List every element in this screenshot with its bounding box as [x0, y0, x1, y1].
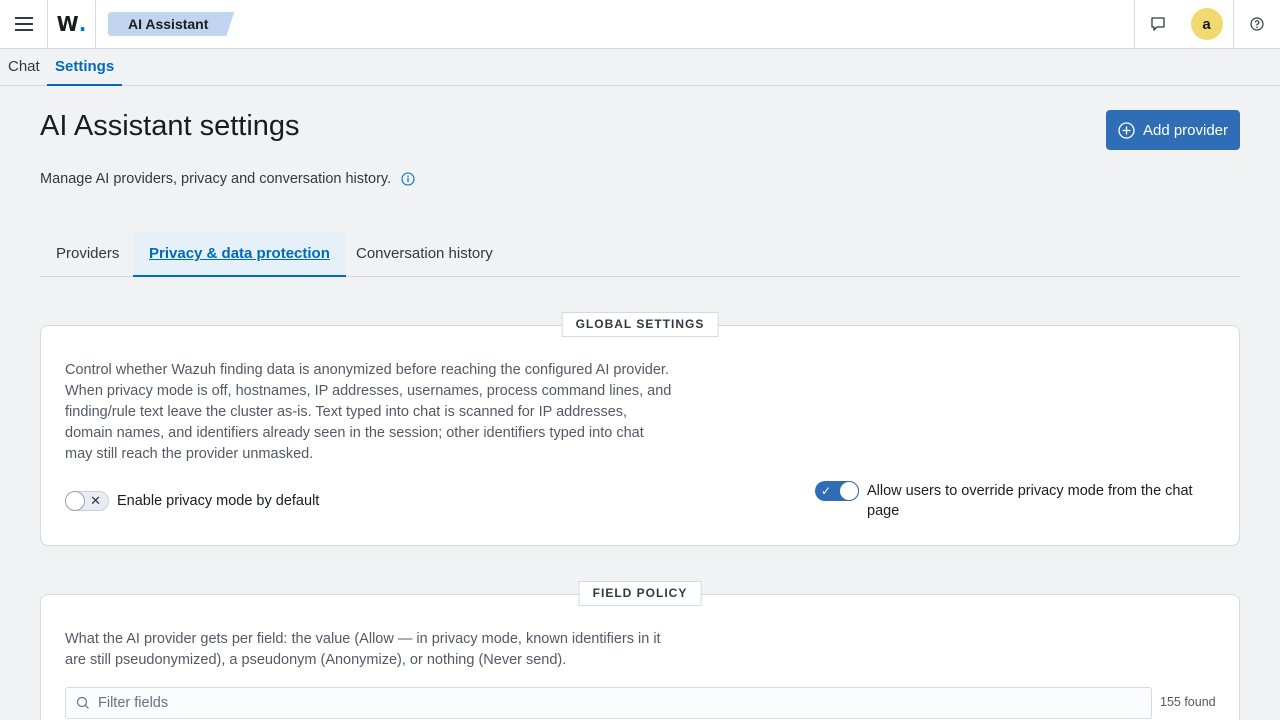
add-provider-button[interactable]: Add provider — [1106, 110, 1240, 150]
tab-settings[interactable]: Settings — [47, 49, 123, 86]
avatar: a — [1190, 8, 1223, 40]
user-menu-button[interactable]: a — [1180, 0, 1234, 48]
plus-circle-icon — [1118, 121, 1135, 139]
fields-found-count: 155 found — [1160, 695, 1216, 709]
field-policy-panel: What the AI provider gets per field: the… — [40, 594, 1240, 720]
tab-conversation-history[interactable]: Conversation history — [340, 232, 509, 277]
toggle-knob — [839, 481, 859, 501]
info-icon[interactable] — [401, 172, 415, 186]
filter-fields-box — [65, 687, 1152, 719]
menu-button[interactable] — [0, 0, 48, 48]
tab-chat[interactable]: Chat — [8, 49, 40, 86]
global-settings-description: Control whether Wazuh finding data is an… — [65, 362, 672, 462]
breadcrumb[interactable]: AI Assistant — [108, 12, 234, 36]
field-policy-legend: FIELD POLICY — [578, 581, 702, 606]
page-description: Manage AI providers, privacy and convers… — [40, 171, 415, 187]
toggle-knob — [65, 491, 85, 511]
field-policy-description: What the AI provider gets per field: the… — [65, 631, 661, 668]
page-description-text: Manage AI providers, privacy and convers… — [40, 171, 392, 187]
page-title: AI Assistant settings — [40, 110, 300, 142]
filter-fields-input[interactable] — [98, 695, 1098, 711]
global-settings-legend: GLOBAL SETTINGS — [561, 312, 719, 337]
search-icon — [76, 696, 89, 709]
help-icon — [1250, 17, 1264, 31]
chat-bubble-icon — [1150, 17, 1165, 31]
tab-privacy-data-protection[interactable]: Privacy & data protection — [133, 232, 346, 277]
logo-letter: W — [56, 12, 79, 36]
privacy-mode-label: Enable privacy mode by default — [117, 493, 320, 509]
app-logo[interactable]: W. — [48, 0, 96, 48]
top-nav: Chat Settings — [0, 49, 1280, 86]
logo-dot: . — [78, 12, 87, 36]
menu-icon — [14, 17, 33, 31]
close-icon: ✕ — [90, 493, 101, 508]
override-privacy-label: Allow users to override privacy mode fro… — [867, 483, 1193, 519]
tab-providers[interactable]: Providers — [40, 232, 135, 277]
app-header: W. AI Assistant a — [0, 0, 1280, 49]
override-privacy-toggle[interactable]: ✓ — [815, 481, 859, 501]
help-button[interactable] — [1234, 0, 1280, 48]
settings-tabs: Providers Privacy & data protection Conv… — [40, 232, 1240, 277]
chat-button[interactable] — [1134, 0, 1180, 48]
check-icon: ✓ — [821, 484, 832, 498]
global-settings-panel: Control whether Wazuh finding data is an… — [40, 325, 1240, 546]
privacy-mode-toggle[interactable]: ✕ — [65, 491, 109, 511]
add-provider-label: Add provider — [1142, 121, 1229, 139]
